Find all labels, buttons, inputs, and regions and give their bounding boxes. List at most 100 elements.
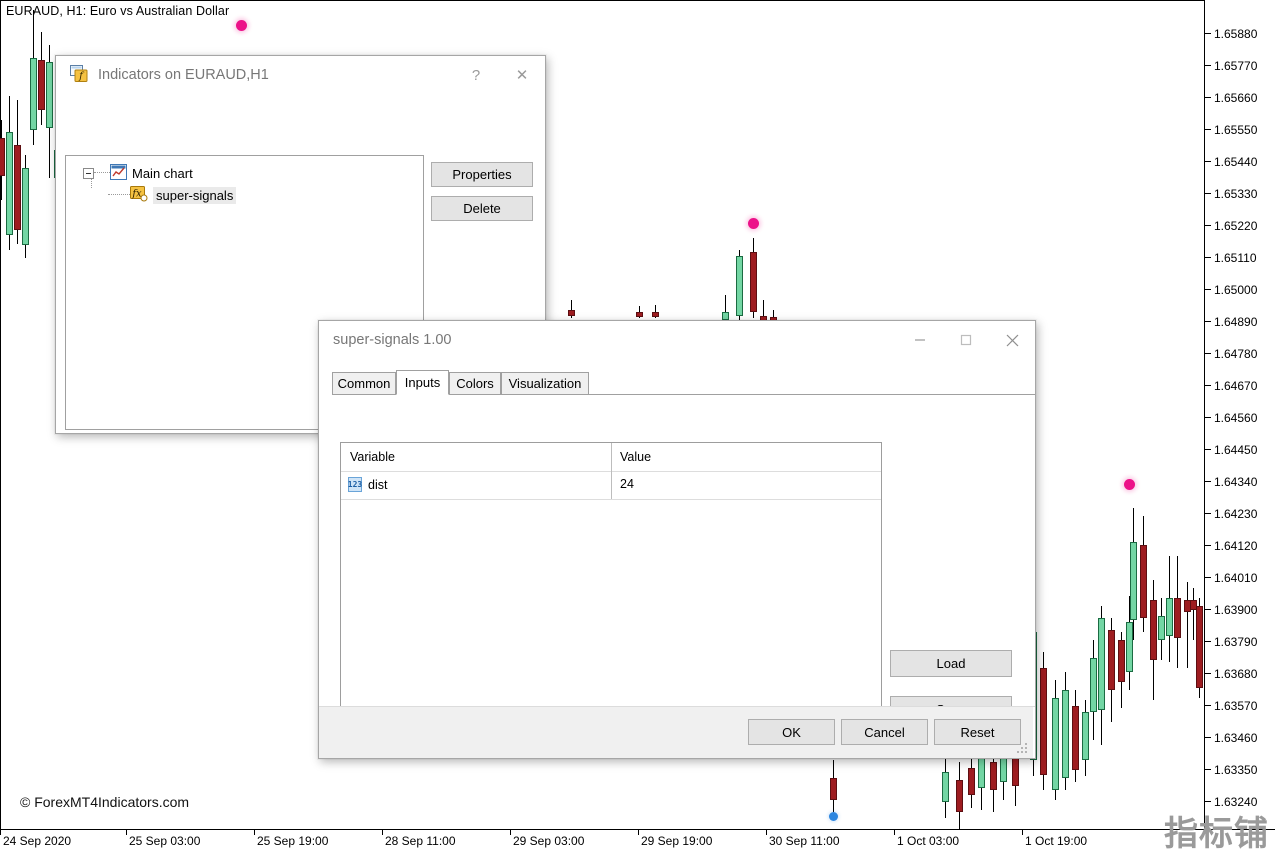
tab-visualization[interactable]: Visualization bbox=[501, 372, 589, 395]
candle-body bbox=[0, 138, 5, 176]
tab-common[interactable]: Common bbox=[332, 372, 396, 395]
close-icon[interactable] bbox=[989, 321, 1035, 359]
variable-name: dist bbox=[368, 477, 388, 492]
candle-body bbox=[830, 778, 837, 800]
chart-title: EURAUD, H1: Euro vs Australian Dollar bbox=[6, 4, 230, 18]
price-tick: 1.64560 bbox=[1205, 411, 1275, 425]
tree-item-main-chart[interactable]: Main chart bbox=[83, 163, 193, 183]
tree-dash bbox=[94, 172, 110, 174]
indicators-dialog-titlebar[interactable]: f Indicators on EURAUD,H1 ? ✕ bbox=[56, 56, 545, 95]
price-tick: 1.64340 bbox=[1205, 475, 1275, 489]
candle-body bbox=[978, 758, 985, 788]
candle-body bbox=[736, 256, 743, 316]
tree-item-label: super-signals bbox=[153, 186, 237, 204]
price-tick: 1.63790 bbox=[1205, 635, 1275, 649]
candle-body bbox=[1158, 616, 1165, 640]
settings-tabs[interactable]: Common Inputs Colors Visualization bbox=[332, 370, 1035, 395]
candle-body bbox=[1072, 706, 1079, 770]
candle-body bbox=[38, 60, 45, 110]
collapse-icon[interactable] bbox=[83, 167, 94, 179]
candle-body bbox=[1174, 598, 1181, 638]
candle-body bbox=[1196, 606, 1203, 688]
chart-copyright: © ForexMT4Indicators.com bbox=[20, 794, 190, 810]
delete-button[interactable]: Delete bbox=[431, 196, 533, 221]
number-icon: 123 bbox=[348, 477, 362, 492]
tree-dash bbox=[108, 194, 130, 196]
candle-body bbox=[568, 310, 575, 316]
super-signals-titlebar[interactable]: super-signals 1.00 bbox=[319, 321, 1035, 360]
buy-dot bbox=[828, 811, 838, 821]
price-tick: 1.64670 bbox=[1205, 379, 1275, 393]
price-tick: 1.65550 bbox=[1205, 123, 1275, 137]
candle-body bbox=[652, 312, 659, 317]
sell-dot bbox=[747, 217, 759, 229]
variable-cell: 123 dist bbox=[348, 477, 387, 492]
minimize-icon[interactable] bbox=[897, 321, 943, 359]
candle-body bbox=[1052, 698, 1059, 790]
candle-body bbox=[1082, 712, 1089, 760]
price-tick: 1.65110 bbox=[1205, 251, 1275, 265]
cancel-button[interactable]: Cancel bbox=[841, 719, 928, 745]
chart-icon bbox=[110, 163, 127, 183]
candle-body bbox=[1040, 668, 1047, 775]
load-button[interactable]: Load bbox=[890, 650, 1012, 677]
price-tick: 1.63570 bbox=[1205, 699, 1275, 713]
price-tick: 1.63240 bbox=[1205, 795, 1275, 809]
price-tick: 1.65330 bbox=[1205, 187, 1275, 201]
indicators-window-icon: f bbox=[70, 65, 88, 85]
candle-body bbox=[46, 62, 53, 128]
price-tick: 1.64120 bbox=[1205, 539, 1275, 553]
candle-body bbox=[1108, 630, 1115, 690]
maximize-icon[interactable] bbox=[943, 321, 989, 359]
candle-body bbox=[1098, 618, 1105, 710]
site-watermark: 指标铺 bbox=[1164, 814, 1269, 854]
reset-button[interactable]: Reset bbox=[934, 719, 1021, 745]
tree-item-super-signals[interactable]: fx super-signals bbox=[108, 185, 237, 205]
sell-dot bbox=[235, 19, 247, 31]
price-tick: 1.64780 bbox=[1205, 347, 1275, 361]
candle-body bbox=[1140, 545, 1147, 618]
price-tick: 1.64010 bbox=[1205, 571, 1275, 585]
indicators-dialog-title: Indicators on EURAUD,H1 bbox=[98, 67, 269, 83]
super-signals-title: super-signals 1.00 bbox=[333, 332, 452, 348]
price-tick: 1.65000 bbox=[1205, 283, 1275, 297]
tree-item-label: Main chart bbox=[132, 165, 193, 181]
candle-body bbox=[22, 168, 29, 245]
price-tick: 1.65660 bbox=[1205, 91, 1275, 105]
inputs-grid[interactable]: Variable Value 123 dist 24 bbox=[340, 442, 882, 733]
candle-wick bbox=[1187, 582, 1188, 668]
super-signals-dialog[interactable]: super-signals 1.00 Common Inputs Colors … bbox=[318, 320, 1036, 759]
tab-colors[interactable]: Colors bbox=[449, 372, 501, 395]
candle-wick bbox=[1193, 588, 1194, 640]
help-button[interactable]: ? bbox=[453, 56, 499, 94]
close-icon[interactable]: ✕ bbox=[499, 56, 545, 94]
price-tick: 1.63900 bbox=[1205, 603, 1275, 617]
resize-grip[interactable] bbox=[1017, 743, 1029, 755]
candle-body bbox=[1062, 690, 1069, 778]
ok-button[interactable]: OK bbox=[748, 719, 835, 745]
price-tick: 1.64890 bbox=[1205, 315, 1275, 329]
candle-body bbox=[956, 780, 963, 812]
tab-inputs[interactable]: Inputs bbox=[396, 370, 449, 395]
svg-text:fx: fx bbox=[131, 188, 142, 199]
price-tick: 1.65770 bbox=[1205, 59, 1275, 73]
candle-body bbox=[30, 58, 37, 130]
column-header-variable: Variable bbox=[350, 450, 395, 464]
table-row[interactable]: 123 dist 24 bbox=[341, 471, 881, 500]
candle-body bbox=[1130, 542, 1137, 620]
properties-button[interactable]: Properties bbox=[431, 162, 533, 187]
candle-body bbox=[14, 145, 21, 230]
price-tick: 1.65440 bbox=[1205, 155, 1275, 169]
candle-body bbox=[1090, 658, 1097, 712]
super-signals-body: Common Inputs Colors Visualization Varia… bbox=[319, 359, 1035, 758]
candle-body bbox=[942, 772, 949, 802]
candle-body bbox=[1150, 600, 1157, 660]
chart-top-border bbox=[0, 0, 1205, 1]
price-tick: 1.64450 bbox=[1205, 443, 1275, 457]
candle-body bbox=[1166, 598, 1173, 636]
candle-body bbox=[750, 252, 757, 312]
price-tick: 1.63460 bbox=[1205, 731, 1275, 745]
price-tick: 1.64230 bbox=[1205, 507, 1275, 521]
value-cell[interactable]: 24 bbox=[620, 477, 634, 491]
candle-body bbox=[6, 132, 13, 235]
